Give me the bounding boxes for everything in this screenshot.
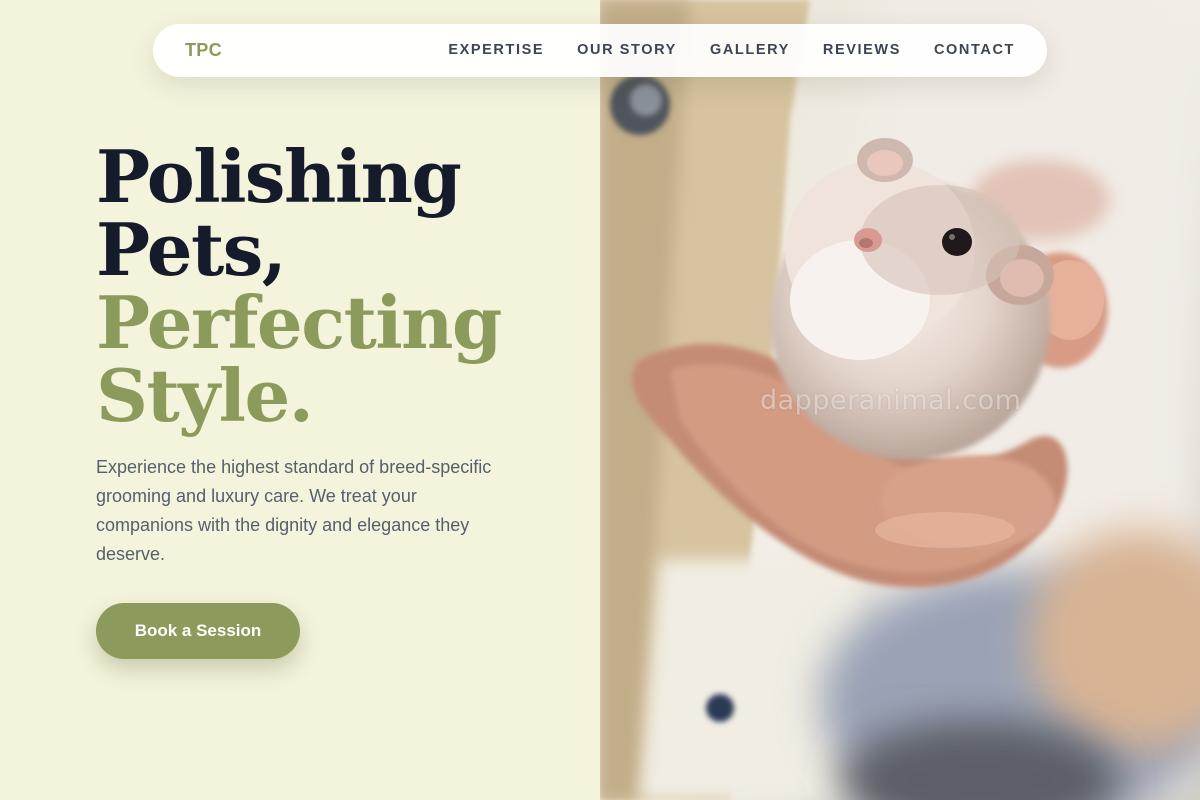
nav-link-gallery[interactable]: GALLERY bbox=[710, 42, 790, 58]
hero-photo: dapperanimal.com bbox=[600, 0, 1200, 800]
hero-title-line-3: Perfecting bbox=[96, 280, 502, 365]
top-navbar: TPC EXPERTISE OUR STORY GALLERY REVIEWS … bbox=[153, 24, 1047, 77]
book-session-button[interactable]: Book a Session bbox=[96, 603, 300, 659]
nav-link-contact[interactable]: CONTACT bbox=[934, 42, 1015, 58]
nav-link-reviews[interactable]: REVIEWS bbox=[823, 42, 901, 58]
hero-title: Polishing Pets, Perfecting Style. bbox=[96, 134, 502, 438]
logo[interactable]: TPC bbox=[185, 40, 222, 61]
hero-title-line-1: Polishing bbox=[96, 134, 462, 219]
nav-link-our-story[interactable]: OUR STORY bbox=[577, 42, 677, 58]
watermark-text: dapperanimal.com bbox=[760, 385, 1022, 416]
hero-description: Experience the highest standard of breed… bbox=[96, 457, 492, 564]
hero-title-line-2: Pets, bbox=[96, 207, 287, 292]
hero-title-line-4: Style. bbox=[96, 353, 314, 438]
nav-link-expertise[interactable]: EXPERTISE bbox=[448, 42, 544, 58]
nav-links: EXPERTISE OUR STORY GALLERY REVIEWS CONT… bbox=[415, 42, 1015, 58]
